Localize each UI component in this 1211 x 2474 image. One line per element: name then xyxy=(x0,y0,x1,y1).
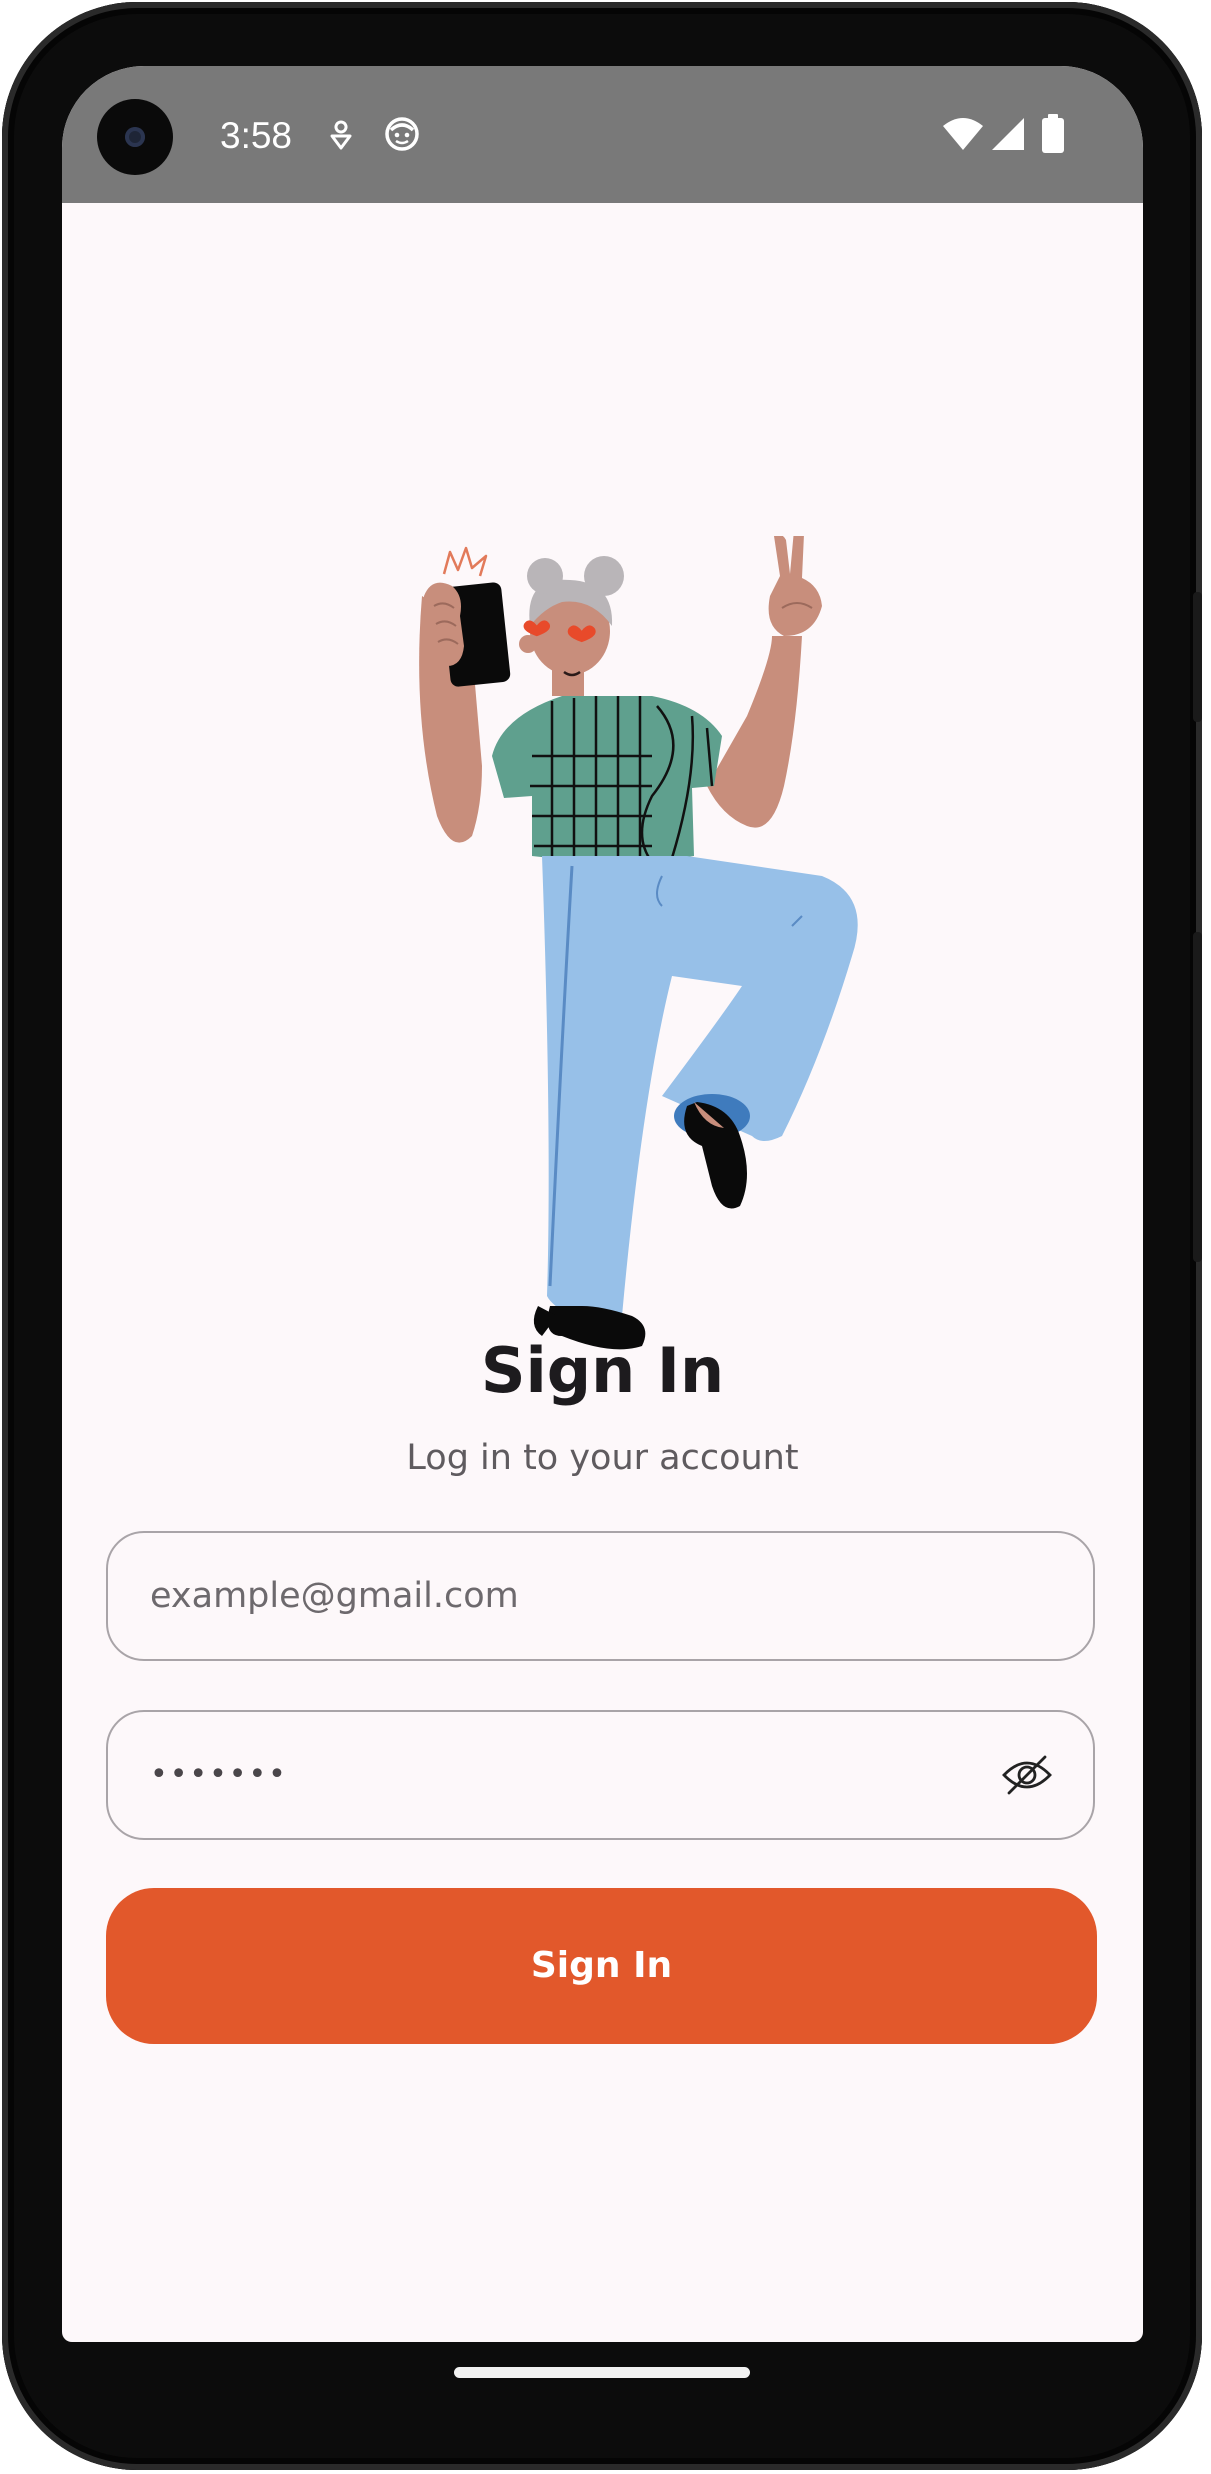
status-time: 3:58 xyxy=(220,115,293,156)
power-button xyxy=(1193,592,1202,722)
volume-button xyxy=(1193,932,1202,1262)
signal-icon xyxy=(992,118,1024,150)
woman-peace-sign-illustration xyxy=(419,536,858,1350)
face-icon xyxy=(385,117,419,151)
password-field[interactable]: ••••••• xyxy=(106,1710,1095,1840)
status-bar: 3:58 xyxy=(62,66,1143,203)
notification-icon xyxy=(330,120,352,150)
home-gesture-bar[interactable] xyxy=(454,2367,750,2378)
password-value: ••••••• xyxy=(150,1757,288,1792)
eye-off-icon[interactable] xyxy=(1001,1753,1053,1797)
email-field[interactable]: example@gmail.com xyxy=(106,1531,1095,1661)
front-camera xyxy=(97,99,173,175)
page-subtitle: Log in to your account xyxy=(406,1438,799,1478)
page-title: Sign In xyxy=(480,1334,725,1407)
sign-in-button[interactable]: Sign In xyxy=(106,1888,1097,2044)
email-placeholder: example@gmail.com xyxy=(150,1576,519,1616)
app-screen: 3:58 Sign In Log in to your account exam… xyxy=(62,66,1143,2342)
wifi-icon xyxy=(943,118,983,150)
battery-icon xyxy=(1042,114,1064,153)
phone-frame: 3:58 Sign In Log in to your account exam… xyxy=(2,2,1202,2470)
